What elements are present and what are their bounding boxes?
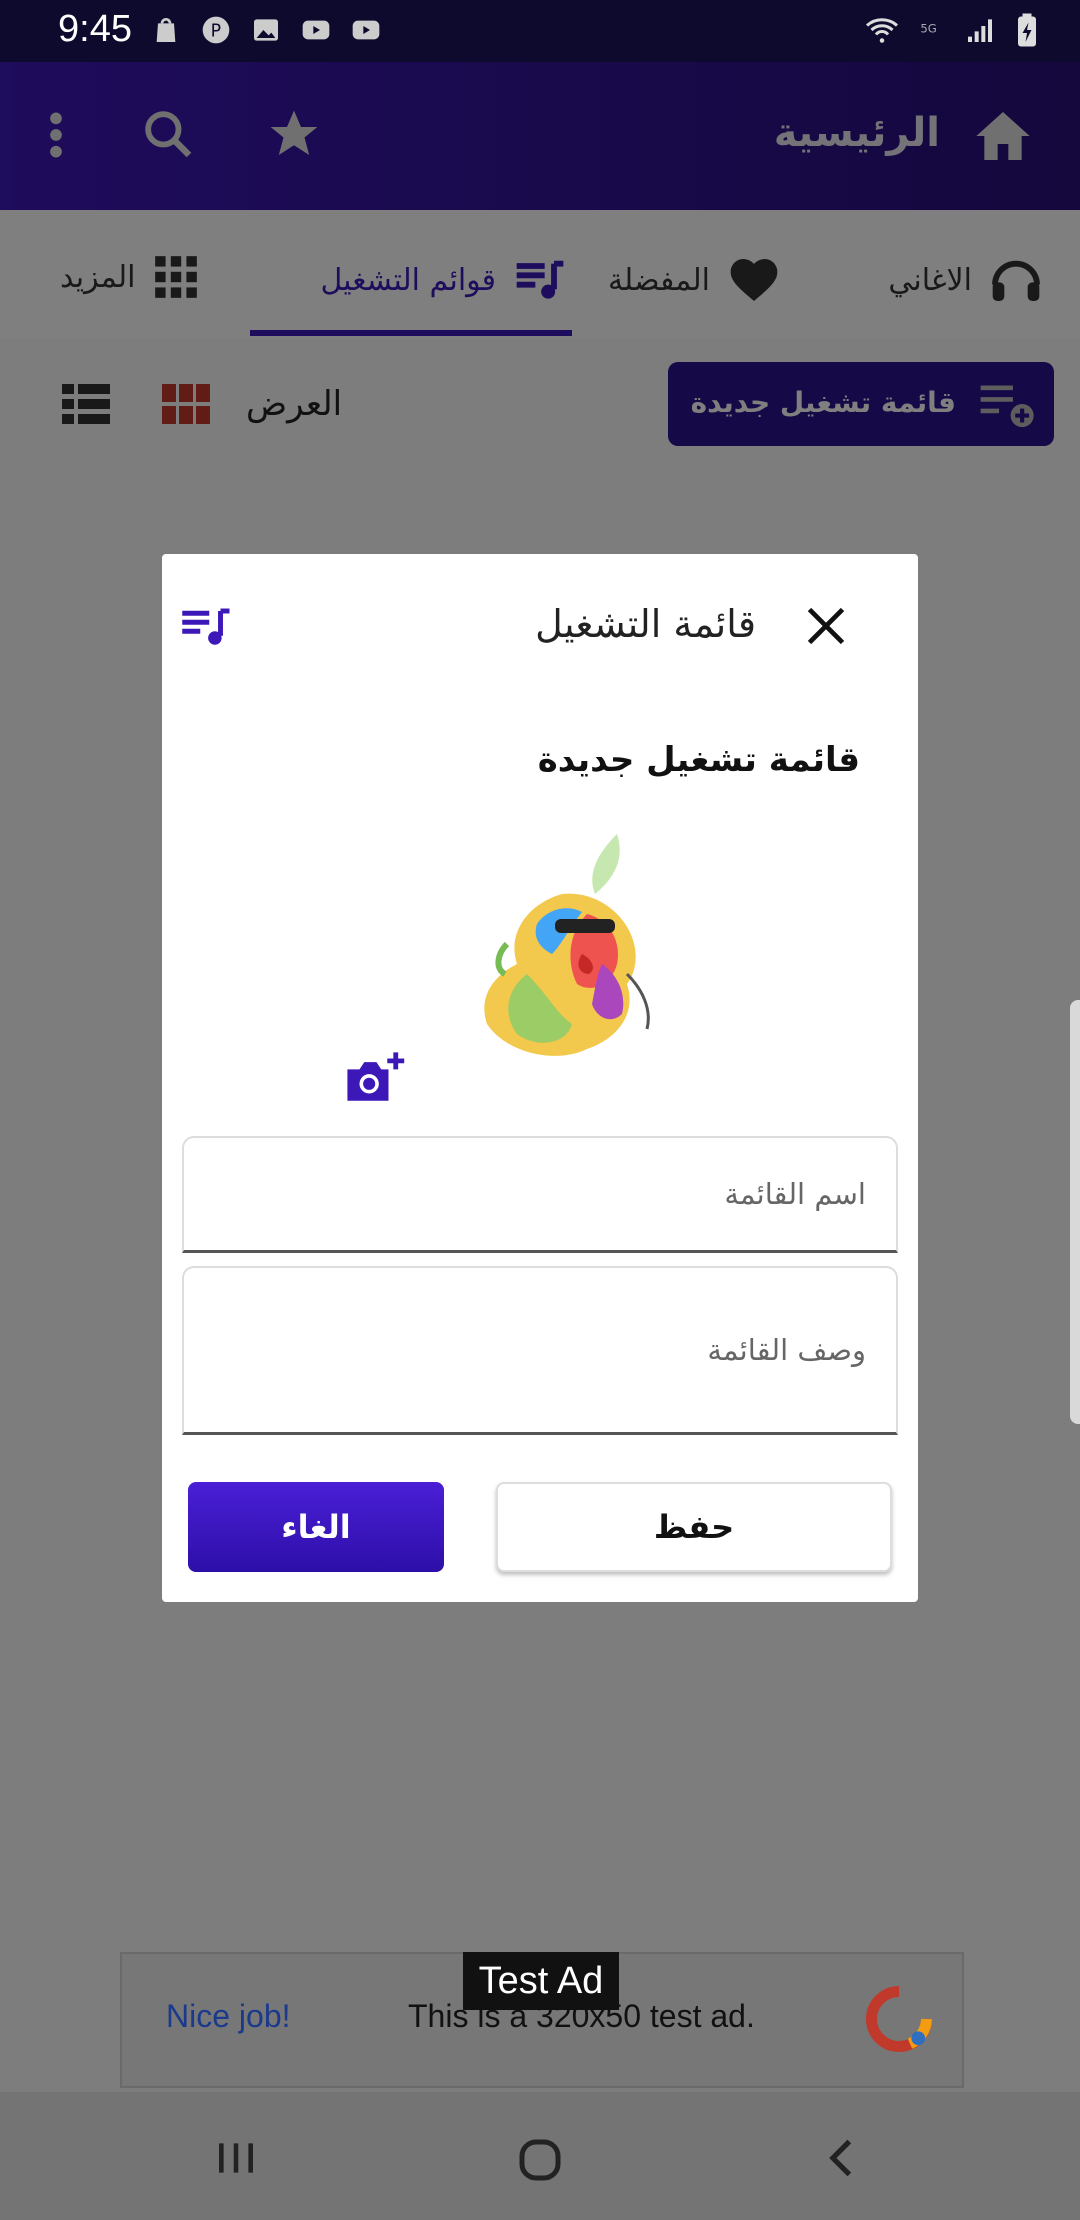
add-photo-button[interactable] [342, 1050, 406, 1112]
battery-icon [1018, 13, 1036, 47]
svg-text:5G: 5G [920, 21, 936, 35]
new-playlist-dialog: قائمة التشغيل قائمة تشغيل جديدة حفظ الغا… [162, 554, 918, 1602]
svg-text:P: P [211, 22, 221, 42]
status-notification-icons: P [150, 14, 382, 46]
back-icon [829, 2139, 852, 2177]
5g-icon: 5G [920, 21, 936, 35]
dialog-title: قائمة التشغيل [535, 602, 756, 646]
home-nav-icon [519, 2139, 561, 2181]
ad-nice-job-text: Nice job! [166, 1998, 291, 2034]
recents-icon [219, 2143, 253, 2173]
edge-panel-handle[interactable] [1070, 1000, 1080, 1424]
home-nav-button[interactable] [516, 2136, 564, 2188]
playlist-icon [182, 608, 230, 645]
pinterest-icon: P [202, 16, 230, 44]
back-button[interactable] [820, 2136, 864, 2184]
save-button[interactable]: حفظ [496, 1482, 892, 1572]
dialog-subtitle: قائمة تشغيل جديدة [537, 740, 860, 780]
signal-icon [968, 19, 992, 42]
gallery-icon [254, 19, 278, 41]
status-bar: 9:45 P 5G [0, 0, 1080, 62]
close-button[interactable] [804, 604, 848, 652]
playlist-name-input[interactable] [184, 1138, 896, 1250]
cancel-button[interactable]: الغاء [188, 1482, 444, 1572]
close-icon [807, 607, 845, 645]
dj-artwork [484, 834, 650, 1056]
playlist-name-field[interactable] [182, 1136, 898, 1253]
youtube-icon [302, 20, 330, 40]
playlist-description-field[interactable] [182, 1266, 898, 1435]
system-nav-bar [0, 2092, 1080, 2220]
test-ad-badge: Test Ad [463, 1952, 619, 2010]
ad-logo-icon [866, 1986, 932, 2052]
playlist-cover-image[interactable] [467, 824, 683, 1064]
shopping-bag-icon [156, 18, 176, 42]
playlist-description-input[interactable] [184, 1268, 896, 1432]
recents-button[interactable] [214, 2136, 258, 2184]
status-system-icons: 5G [864, 12, 1040, 48]
add-camera-icon [347, 1052, 405, 1101]
youtube-icon-2 [352, 20, 380, 40]
dialog-playlist-icon [180, 606, 234, 656]
wifi-icon [866, 18, 898, 43]
status-time: 9:45 [58, 8, 132, 50]
